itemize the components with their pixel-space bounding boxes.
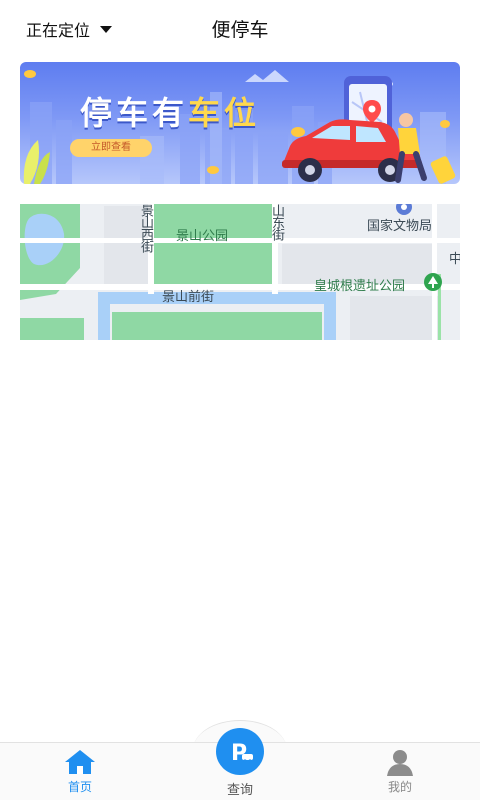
map-label-jingshan-park: 景山公园 xyxy=(176,229,229,244)
user-icon xyxy=(387,750,413,776)
nav-query[interactable]: P 查询 xyxy=(200,728,280,798)
pin-icon[interactable] xyxy=(395,204,413,216)
home-icon xyxy=(65,750,95,774)
map-label-zhong: 中 xyxy=(449,252,460,267)
tree-icon[interactable] xyxy=(423,272,443,292)
nav-home[interactable]: 首页 xyxy=(40,748,120,798)
page-title: 便停车 xyxy=(211,19,269,41)
map-label-jingshan-west-street: 景山西街 xyxy=(138,204,153,252)
map-label-huangcheng-park: 皇城根遗址公园 xyxy=(314,279,406,294)
nav-query-label: 查询 xyxy=(226,783,253,798)
parking-icon: P xyxy=(216,728,264,775)
app-root: 正在定位 便停车 停车有车位 立即查看 景山公园 景山西街 山东街 国家文物局 … xyxy=(0,0,480,800)
map-view[interactable]: 景山公园 景山西街 山东街 国家文物局 景山前街 皇城根遗址公园 中 xyxy=(20,204,460,340)
map-label-museum-bureau: 国家文物局 xyxy=(367,219,433,234)
map-label-jingshan-front-street: 景山前街 xyxy=(162,290,215,305)
banner-title-part2: 车位 xyxy=(188,94,261,132)
banner-title-part1: 停车有 xyxy=(80,94,189,132)
header: 正在定位 便停车 xyxy=(0,0,480,56)
view-now-button[interactable]: 立即查看 xyxy=(70,139,152,157)
nav-home-label: 首页 xyxy=(67,780,92,794)
promo-banner[interactable]: 停车有车位 立即查看 xyxy=(20,62,460,184)
map-label-shandong-street: 山东街 xyxy=(269,204,284,240)
nav-mine[interactable]: 我的 xyxy=(360,748,440,798)
banner-title: 停车有车位 xyxy=(80,88,260,134)
nav-mine-label: 我的 xyxy=(387,780,412,794)
